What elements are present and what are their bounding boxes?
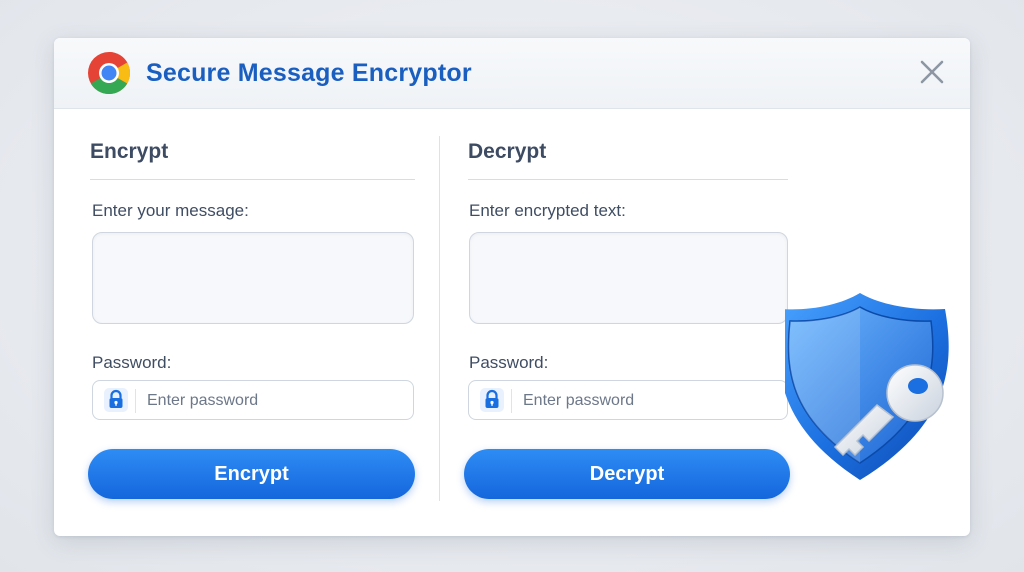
lock-icon xyxy=(480,388,504,412)
encrypt-message-input[interactable] xyxy=(92,232,414,324)
encrypt-password-separator xyxy=(135,389,136,413)
encrypt-divider xyxy=(90,179,415,180)
decrypt-password-input[interactable] xyxy=(521,381,780,421)
encrypt-panel: Encrypt Enter your message: Password: En… xyxy=(54,108,439,536)
chrome-logo-icon xyxy=(88,51,131,95)
encrypt-password-input[interactable] xyxy=(145,381,404,421)
close-icon[interactable] xyxy=(916,56,948,88)
encrypt-message-label: Enter your message: xyxy=(92,201,249,220)
decrypt-heading: Decrypt xyxy=(468,140,547,163)
decrypt-panel: Decrypt Enter encrypted text: Password: … xyxy=(440,108,800,536)
decrypt-password-field[interactable] xyxy=(468,380,788,421)
title-bar: Secure Message Encryptor xyxy=(54,38,970,109)
app-title: Secure Message Encryptor xyxy=(146,59,472,87)
encrypt-password-label: Password: xyxy=(92,353,172,372)
decrypt-password-label: Password: xyxy=(469,353,549,372)
decrypt-button[interactable]: Decrypt xyxy=(464,449,790,499)
lock-icon xyxy=(104,388,128,412)
encrypt-heading: Encrypt xyxy=(90,140,169,163)
decrypt-message-input[interactable] xyxy=(469,232,788,324)
app-background: Secure Message Encryptor Encrypt Enter y… xyxy=(0,0,1024,572)
encrypt-button[interactable]: Encrypt xyxy=(88,449,415,499)
security-illustration xyxy=(785,293,949,480)
encrypt-password-field[interactable] xyxy=(92,380,414,421)
decrypt-divider xyxy=(468,179,788,180)
decrypt-password-separator xyxy=(511,389,512,413)
decrypt-message-label: Enter encrypted text: xyxy=(469,201,626,220)
